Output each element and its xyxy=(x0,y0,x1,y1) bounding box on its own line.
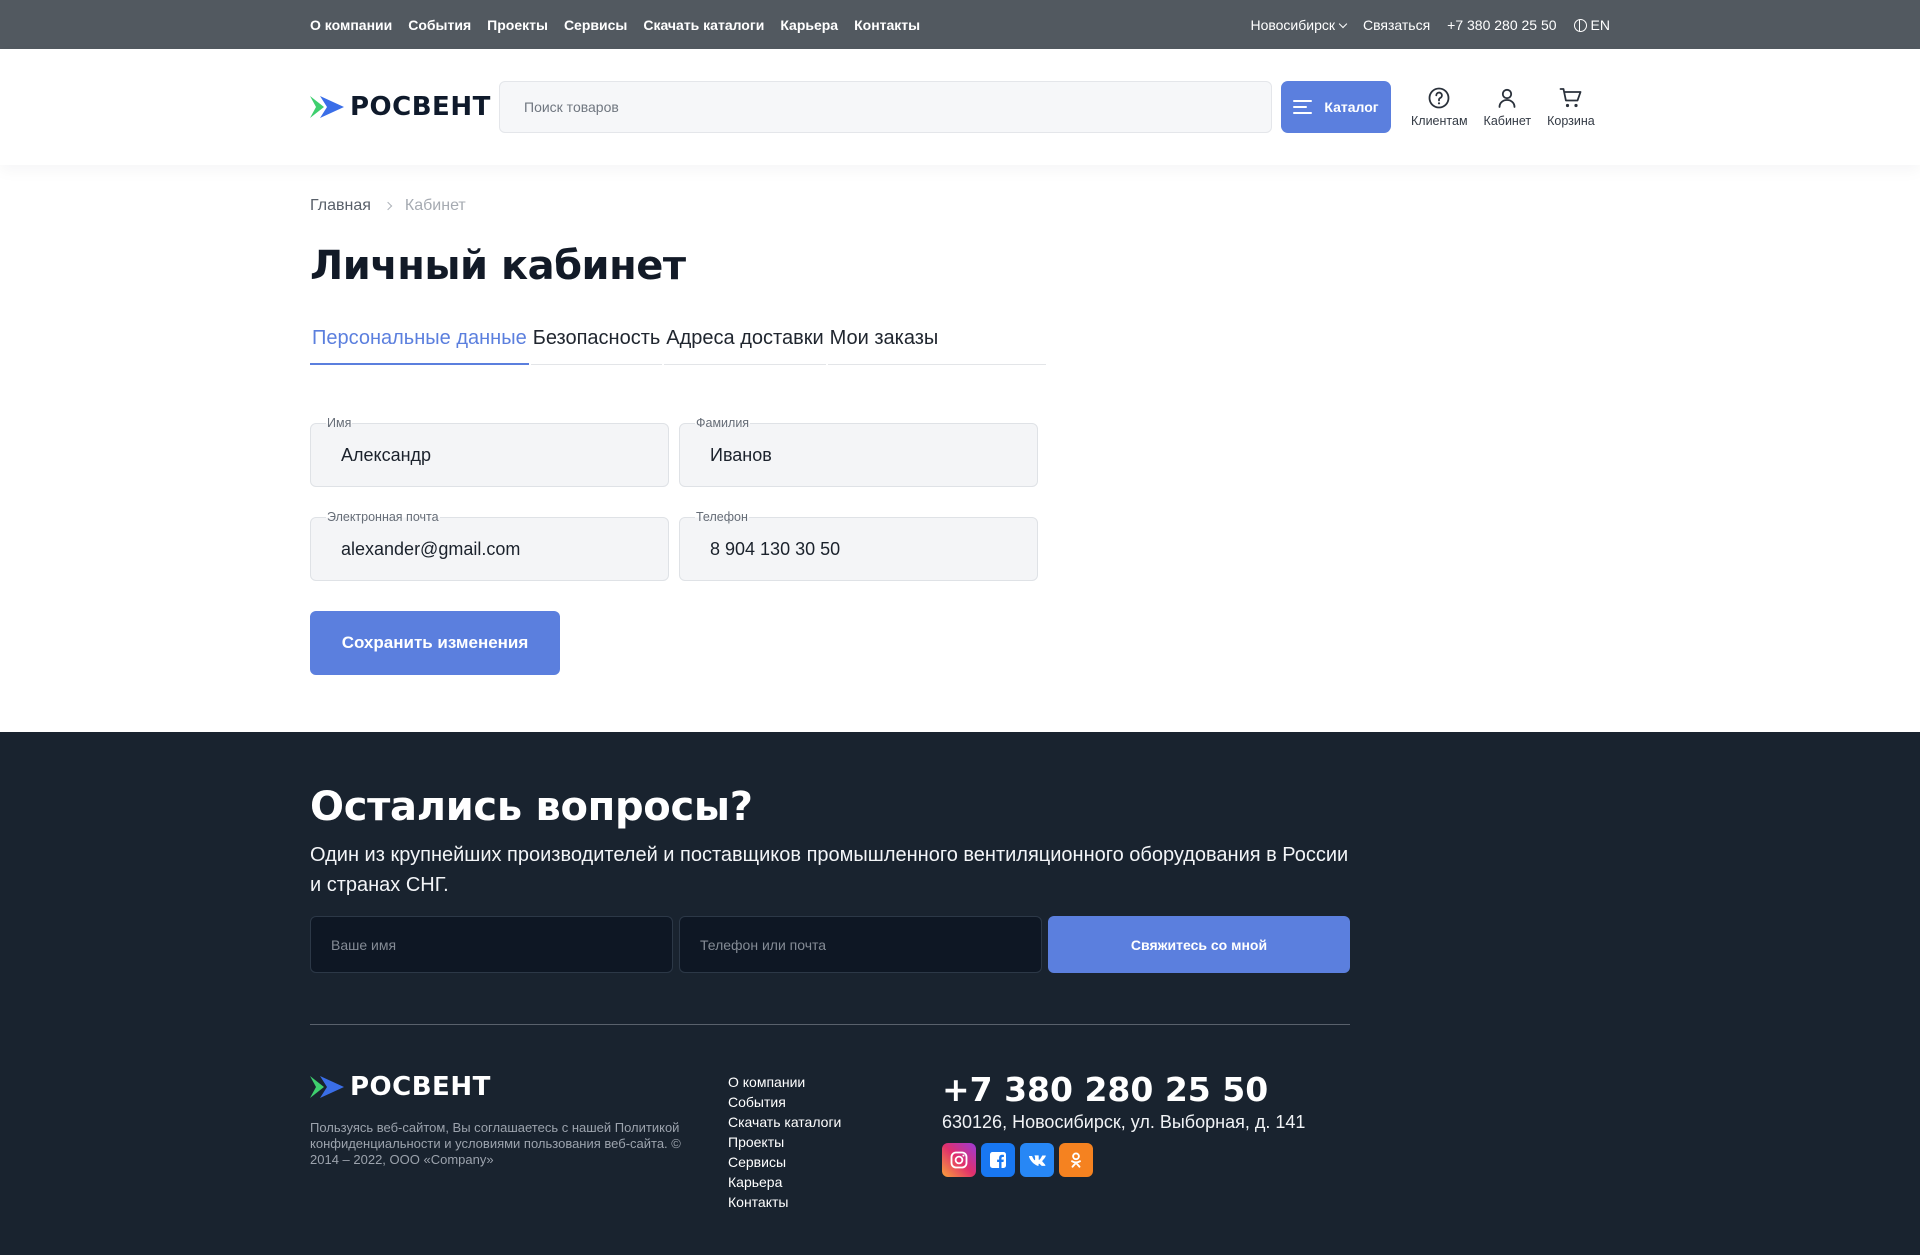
footer-logo-text: РОСВЕНТ xyxy=(350,1072,491,1102)
footer-brand: РОСВЕНТ Пользуясь веб-сайтом, Вы соглаша… xyxy=(310,1072,728,1210)
breadcrumb: Главная Кабинет xyxy=(310,197,1610,215)
email-field: Электронная почта xyxy=(310,510,669,581)
tab-addresses[interactable]: Адреса доставки xyxy=(664,321,826,365)
cabinet-link[interactable]: Кабинет xyxy=(1483,86,1532,128)
main-content: Главная Кабинет Личный кабинет Персональ… xyxy=(310,197,1610,675)
header-icons: Клиентам Кабинет Корзина xyxy=(1411,86,1595,128)
logo-arrow-icon xyxy=(310,1076,344,1098)
topnav-career[interactable]: Карьера xyxy=(780,17,838,33)
footer-link-about[interactable]: О компании xyxy=(728,1074,942,1090)
vk-icon[interactable] xyxy=(1020,1143,1054,1177)
footer-link-catalogs[interactable]: Скачать каталоги xyxy=(728,1114,942,1130)
menu-icon xyxy=(1293,100,1313,114)
personal-form: Имя Фамилия Электронная почта Телефон xyxy=(310,416,1038,581)
instagram-icon[interactable] xyxy=(942,1143,976,1177)
topnav-contacts[interactable]: Контакты xyxy=(854,17,920,33)
footer-subtitle: Один из крупнейших производителей и пост… xyxy=(310,844,1349,896)
save-button[interactable]: Сохранить изменения xyxy=(310,611,560,675)
globe-icon xyxy=(1573,18,1587,32)
footer-address: 630126, Новосибирск, ул. Выборная, д. 14… xyxy=(942,1112,1306,1132)
facebook-icon[interactable] xyxy=(981,1143,1015,1177)
footer-link-services[interactable]: Сервисы xyxy=(728,1154,942,1170)
last-name-input[interactable] xyxy=(680,424,1037,486)
search-input[interactable] xyxy=(499,81,1272,133)
tab-security[interactable]: Безопасность xyxy=(530,321,663,365)
cart-link[interactable]: Корзина xyxy=(1547,86,1595,128)
clients-label: Клиентам xyxy=(1411,114,1468,128)
callback-button[interactable]: Свяжитесь со мной xyxy=(1048,916,1350,973)
footer-link-projects[interactable]: Проекты xyxy=(728,1134,942,1150)
name-input[interactable] xyxy=(310,916,673,973)
cabinet-label: Кабинет xyxy=(1483,114,1532,128)
topnav-catalogs[interactable]: Скачать каталоги xyxy=(643,17,764,33)
clients-link[interactable]: Клиентам xyxy=(1411,86,1468,128)
first-name-label: Имя xyxy=(326,416,353,430)
phone-field: Телефон xyxy=(679,510,1038,581)
phone-input[interactable] xyxy=(680,518,1037,580)
legal-text: Пользуясь веб-сайтом, Вы соглашаетесь с … xyxy=(310,1120,681,1167)
lang-label: EN xyxy=(1590,16,1610,33)
footer-link-contacts[interactable]: Контакты xyxy=(728,1194,942,1210)
first-name-input[interactable] xyxy=(311,424,668,486)
footer: Остались вопросы? Один из крупнейших про… xyxy=(0,732,1920,1255)
lang-switch[interactable]: EN xyxy=(1573,16,1610,33)
question-icon xyxy=(1428,87,1450,109)
catalog-button[interactable]: Каталог xyxy=(1281,81,1391,133)
footer-contacts: +7 380 280 25 50 630126, Новосибирск, ул… xyxy=(942,1072,1305,1210)
footer-bottom: РОСВЕНТ Пользуясь веб-сайтом, Вы соглаша… xyxy=(310,1072,1350,1210)
page-title: Личный кабинет xyxy=(310,243,686,289)
chevron-down-icon xyxy=(1338,19,1348,28)
contact-input[interactable] xyxy=(679,916,1042,973)
last-name-label: Фамилия xyxy=(695,416,751,430)
topnav-about[interactable]: О компании xyxy=(310,17,392,33)
catalog-label: Каталог xyxy=(1324,99,1379,115)
first-name-field: Имя xyxy=(310,416,669,487)
social-links xyxy=(942,1143,1305,1177)
top-nav: О компании События Проекты Сервисы Скача… xyxy=(310,17,920,33)
footer-link-events[interactable]: События xyxy=(728,1094,942,1110)
tab-personal[interactable]: Персональные данные xyxy=(310,321,529,365)
user-icon xyxy=(1498,88,1516,108)
footer-phone[interactable]: +7 380 280 25 50 xyxy=(942,1072,1305,1108)
logo-arrow-icon xyxy=(310,96,344,118)
top-bar: О компании События Проекты Сервисы Скача… xyxy=(0,0,1920,49)
phone-label: Телефон xyxy=(695,510,749,524)
city-selector[interactable]: Новосибирск xyxy=(1250,16,1348,33)
logo-text: РОСВЕНТ xyxy=(350,92,491,122)
breadcrumb-current: Кабинет xyxy=(404,197,466,214)
header: РОСВЕНТ Каталог Клиентам Кабинет Корзина xyxy=(0,49,1920,165)
footer-title: Остались вопросы? xyxy=(310,784,753,830)
email-label: Электронная почта xyxy=(326,510,440,524)
callback-form: Свяжитесь со мной xyxy=(310,916,1350,973)
cart-label: Корзина xyxy=(1547,114,1595,128)
breadcrumb-home[interactable]: Главная xyxy=(310,197,371,215)
logo[interactable]: РОСВЕНТ xyxy=(310,92,499,122)
footer-logo[interactable]: РОСВЕНТ xyxy=(310,1072,728,1102)
email-input[interactable] xyxy=(311,518,668,580)
footer-link-career[interactable]: Карьера xyxy=(728,1174,942,1190)
top-phone[interactable]: +7 380 280 25 50 xyxy=(1447,17,1556,33)
chevron-right-icon xyxy=(383,201,393,211)
odnoklassniki-icon[interactable] xyxy=(1059,1143,1093,1177)
footer-divider xyxy=(310,1024,1350,1025)
tabs: Персональные данные Безопасность Адреса … xyxy=(310,321,1046,365)
city-label: Новосибирск xyxy=(1250,16,1335,33)
footer-links: О компании События Скачать каталоги Прое… xyxy=(728,1072,942,1210)
last-name-field: Фамилия xyxy=(679,416,1038,487)
topnav-events[interactable]: События xyxy=(408,17,471,33)
contact-link[interactable]: Связаться xyxy=(1363,17,1430,33)
topnav-projects[interactable]: Проекты xyxy=(487,17,548,33)
cart-icon xyxy=(1559,88,1582,108)
tab-orders[interactable]: Мои заказы xyxy=(827,321,1046,365)
topnav-services[interactable]: Сервисы xyxy=(564,17,627,33)
top-right: Новосибирск Связаться +7 380 280 25 50 E… xyxy=(1250,17,1610,33)
